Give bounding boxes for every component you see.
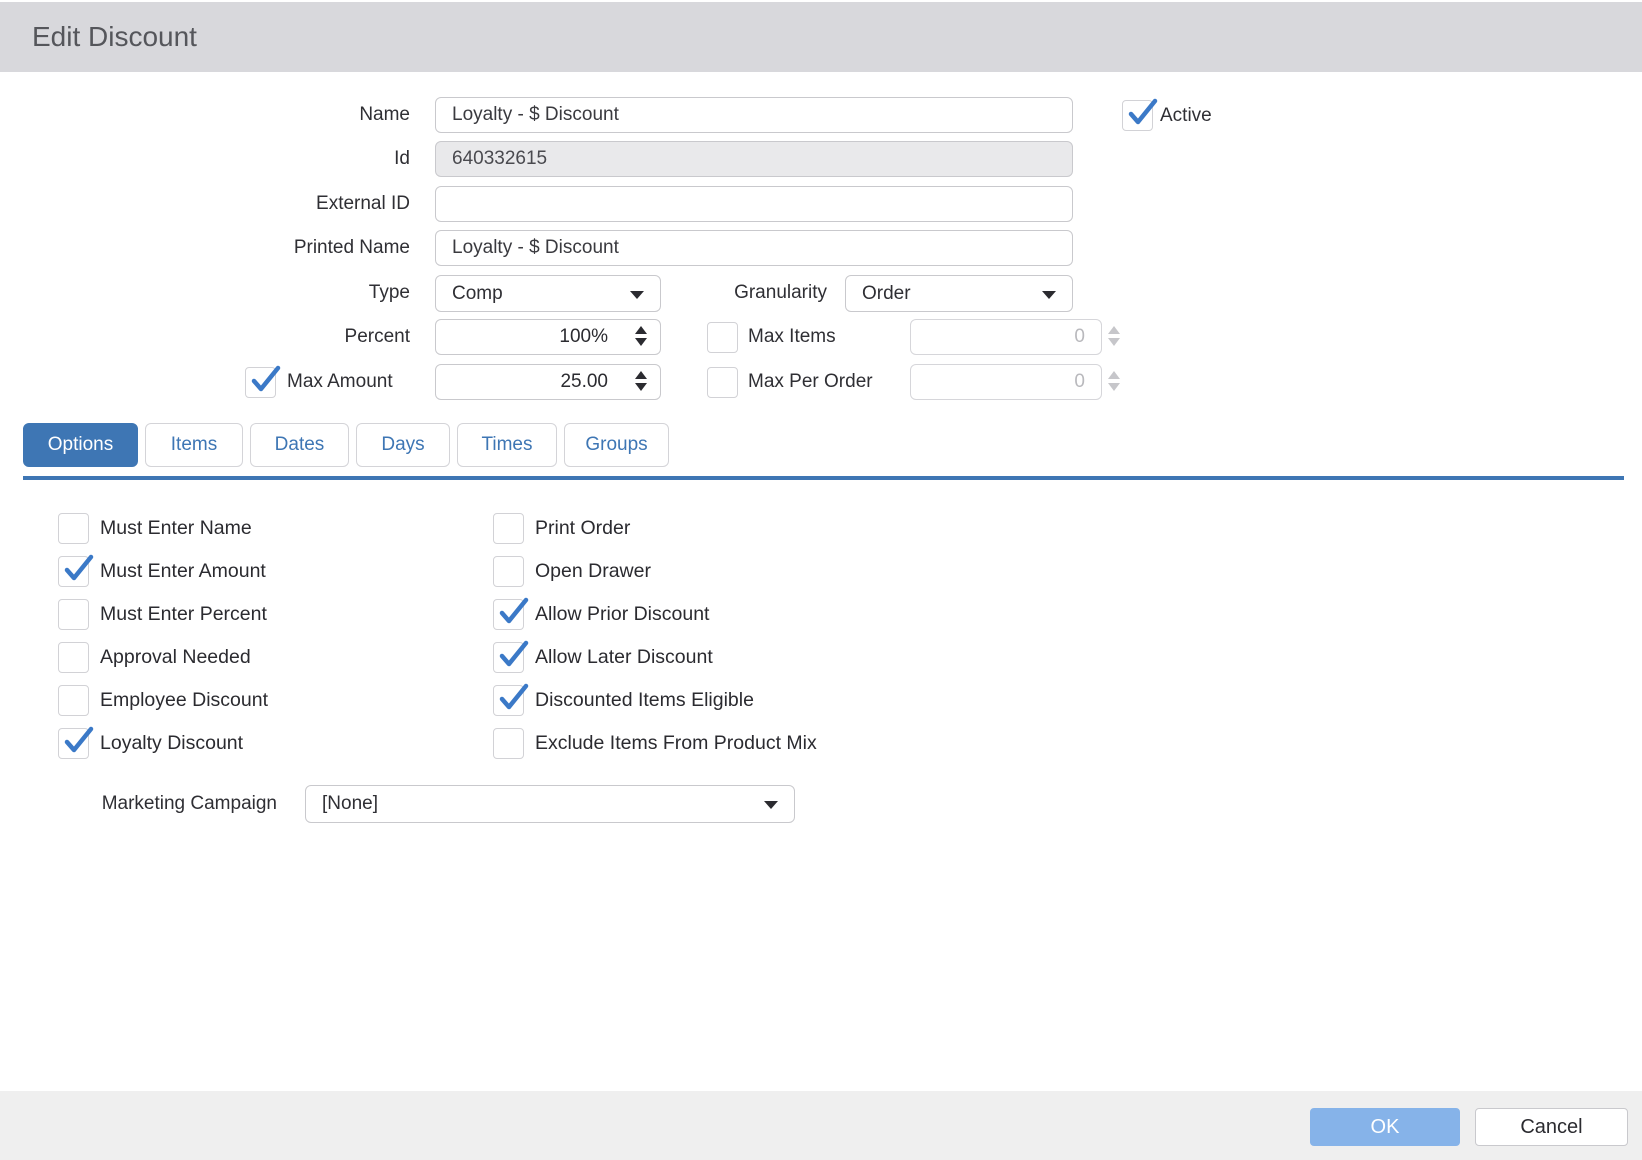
must-enter-amount-label: Must Enter Amount xyxy=(100,560,266,583)
max-items-checkbox[interactable] xyxy=(707,322,738,353)
tab-times[interactable]: Times xyxy=(457,423,557,467)
name-label: Name xyxy=(0,97,410,133)
loyalty-discount-checkbox[interactable] xyxy=(58,728,89,759)
tab-days[interactable]: Days xyxy=(356,423,450,467)
must-enter-name-label: Must Enter Name xyxy=(100,517,252,540)
option-row-must-enter-percent[interactable]: Must Enter Percent xyxy=(58,599,268,630)
option-row-open-drawer[interactable]: Open Drawer xyxy=(493,556,817,587)
open-drawer-checkbox[interactable] xyxy=(493,556,524,587)
name-input[interactable] xyxy=(435,97,1073,133)
max-items-input: 0 xyxy=(910,319,1102,355)
option-row-must-enter-amount[interactable]: Must Enter Amount xyxy=(58,556,268,587)
open-drawer-label: Open Drawer xyxy=(535,560,651,583)
chevron-down-icon xyxy=(764,801,778,809)
approval-needed-checkbox[interactable] xyxy=(58,642,89,673)
max-per-order-checkbox[interactable] xyxy=(707,367,738,398)
approval-needed-label: Approval Needed xyxy=(100,646,251,669)
tab-groups[interactable]: Groups xyxy=(564,423,669,467)
tab-options[interactable]: Options xyxy=(23,423,138,467)
spinner-down-icon xyxy=(1108,338,1120,346)
spinner-up-icon[interactable] xyxy=(635,371,647,379)
exclude-items-from-product-mix-checkbox[interactable] xyxy=(493,728,524,759)
option-row-approval-needed[interactable]: Approval Needed xyxy=(58,642,268,673)
percent-value: 100% xyxy=(559,326,608,348)
option-row-allow-later-discount[interactable]: Allow Later Discount xyxy=(493,642,817,673)
max-items-value: 0 xyxy=(1074,326,1085,348)
dialog-header: Edit Discount xyxy=(0,0,1642,72)
max-amount-input[interactable]: 25.00 xyxy=(435,364,661,400)
employee-discount-checkbox[interactable] xyxy=(58,685,89,716)
marketing-campaign-label: Marketing Campaign xyxy=(0,785,277,823)
option-row-allow-prior-discount[interactable]: Allow Prior Discount xyxy=(493,599,817,630)
dialog-footer: OK Cancel xyxy=(0,1091,1642,1160)
active-label: Active xyxy=(1160,98,1212,134)
percent-input[interactable]: 100% xyxy=(435,319,661,355)
must-enter-percent-label: Must Enter Percent xyxy=(100,603,267,626)
max-amount-label: Max Amount xyxy=(287,364,393,400)
tab-items[interactable]: Items xyxy=(145,423,243,467)
allow-prior-discount-label: Allow Prior Discount xyxy=(535,603,709,626)
discounted-items-eligible-label: Discounted Items Eligible xyxy=(535,689,754,712)
must-enter-name-checkbox[interactable] xyxy=(58,513,89,544)
max-amount-value: 25.00 xyxy=(560,371,608,393)
chevron-down-icon xyxy=(1042,291,1056,299)
tab-underline xyxy=(23,476,1624,480)
spinner-down-icon xyxy=(1108,383,1120,391)
printed-name-label: Printed Name xyxy=(0,230,410,266)
max-items-stepper xyxy=(1108,326,1120,346)
spinner-down-icon[interactable] xyxy=(635,338,647,346)
spinner-up-icon xyxy=(1108,371,1120,379)
marketing-campaign-dropdown[interactable]: [None] xyxy=(305,785,795,823)
percent-stepper[interactable] xyxy=(635,326,647,346)
options-column-right: Print Order Open Drawer Allow Prior Discou… xyxy=(493,513,817,771)
page-title: Edit Discount xyxy=(32,2,197,72)
allow-later-discount-checkbox[interactable] xyxy=(493,642,524,673)
printed-name-input[interactable] xyxy=(435,230,1073,266)
max-per-order-value: 0 xyxy=(1074,371,1085,393)
exclude-items-from-product-mix-label: Exclude Items From Product Mix xyxy=(535,732,817,755)
employee-discount-label: Employee Discount xyxy=(100,689,268,712)
granularity-dropdown[interactable]: Order xyxy=(845,275,1073,312)
option-row-must-enter-name[interactable]: Must Enter Name xyxy=(58,513,268,544)
spinner-up-icon xyxy=(1108,326,1120,334)
allow-later-discount-label: Allow Later Discount xyxy=(535,646,713,669)
external-id-input[interactable] xyxy=(435,186,1073,222)
option-row-print-order[interactable]: Print Order xyxy=(493,513,817,544)
option-row-exclude-items-from-product-mix[interactable]: Exclude Items From Product Mix xyxy=(493,728,817,759)
discounted-items-eligible-checkbox[interactable] xyxy=(493,685,524,716)
marketing-campaign-value: [None] xyxy=(322,793,378,815)
max-per-order-label: Max Per Order xyxy=(748,364,873,400)
max-items-label: Max Items xyxy=(748,319,836,355)
print-order-checkbox[interactable] xyxy=(493,513,524,544)
max-amount-stepper[interactable] xyxy=(635,371,647,391)
active-checkbox[interactable] xyxy=(1122,100,1153,131)
id-input xyxy=(435,141,1073,177)
must-enter-amount-checkbox[interactable] xyxy=(58,556,89,587)
type-value: Comp xyxy=(452,283,503,305)
option-row-loyalty-discount[interactable]: Loyalty Discount xyxy=(58,728,268,759)
type-label: Type xyxy=(0,275,410,311)
option-row-discounted-items-eligible[interactable]: Discounted Items Eligible xyxy=(493,685,817,716)
print-order-label: Print Order xyxy=(535,517,630,540)
id-label: Id xyxy=(0,141,410,177)
max-per-order-input: 0 xyxy=(910,364,1102,400)
granularity-value: Order xyxy=(862,283,911,305)
granularity-label: Granularity xyxy=(600,275,827,311)
spinner-up-icon[interactable] xyxy=(635,326,647,334)
ok-button[interactable]: OK xyxy=(1310,1108,1460,1146)
allow-prior-discount-checkbox[interactable] xyxy=(493,599,524,630)
max-amount-checkbox[interactable] xyxy=(245,367,276,398)
options-column-left: Must Enter Name Must Enter Amount Must Ent… xyxy=(58,513,268,771)
must-enter-percent-checkbox[interactable] xyxy=(58,599,89,630)
tab-dates[interactable]: Dates xyxy=(250,423,349,467)
loyalty-discount-label: Loyalty Discount xyxy=(100,732,243,755)
option-row-employee-discount[interactable]: Employee Discount xyxy=(58,685,268,716)
cancel-button[interactable]: Cancel xyxy=(1475,1108,1628,1146)
percent-label: Percent xyxy=(0,319,410,355)
spinner-down-icon[interactable] xyxy=(635,383,647,391)
edit-discount-dialog: Edit Discount Name Active Id External ID… xyxy=(0,0,1642,1160)
max-per-order-stepper xyxy=(1108,371,1120,391)
tab-bar: OptionsItemsDatesDaysTimesGroups xyxy=(23,423,669,467)
external-id-label: External ID xyxy=(0,186,410,222)
